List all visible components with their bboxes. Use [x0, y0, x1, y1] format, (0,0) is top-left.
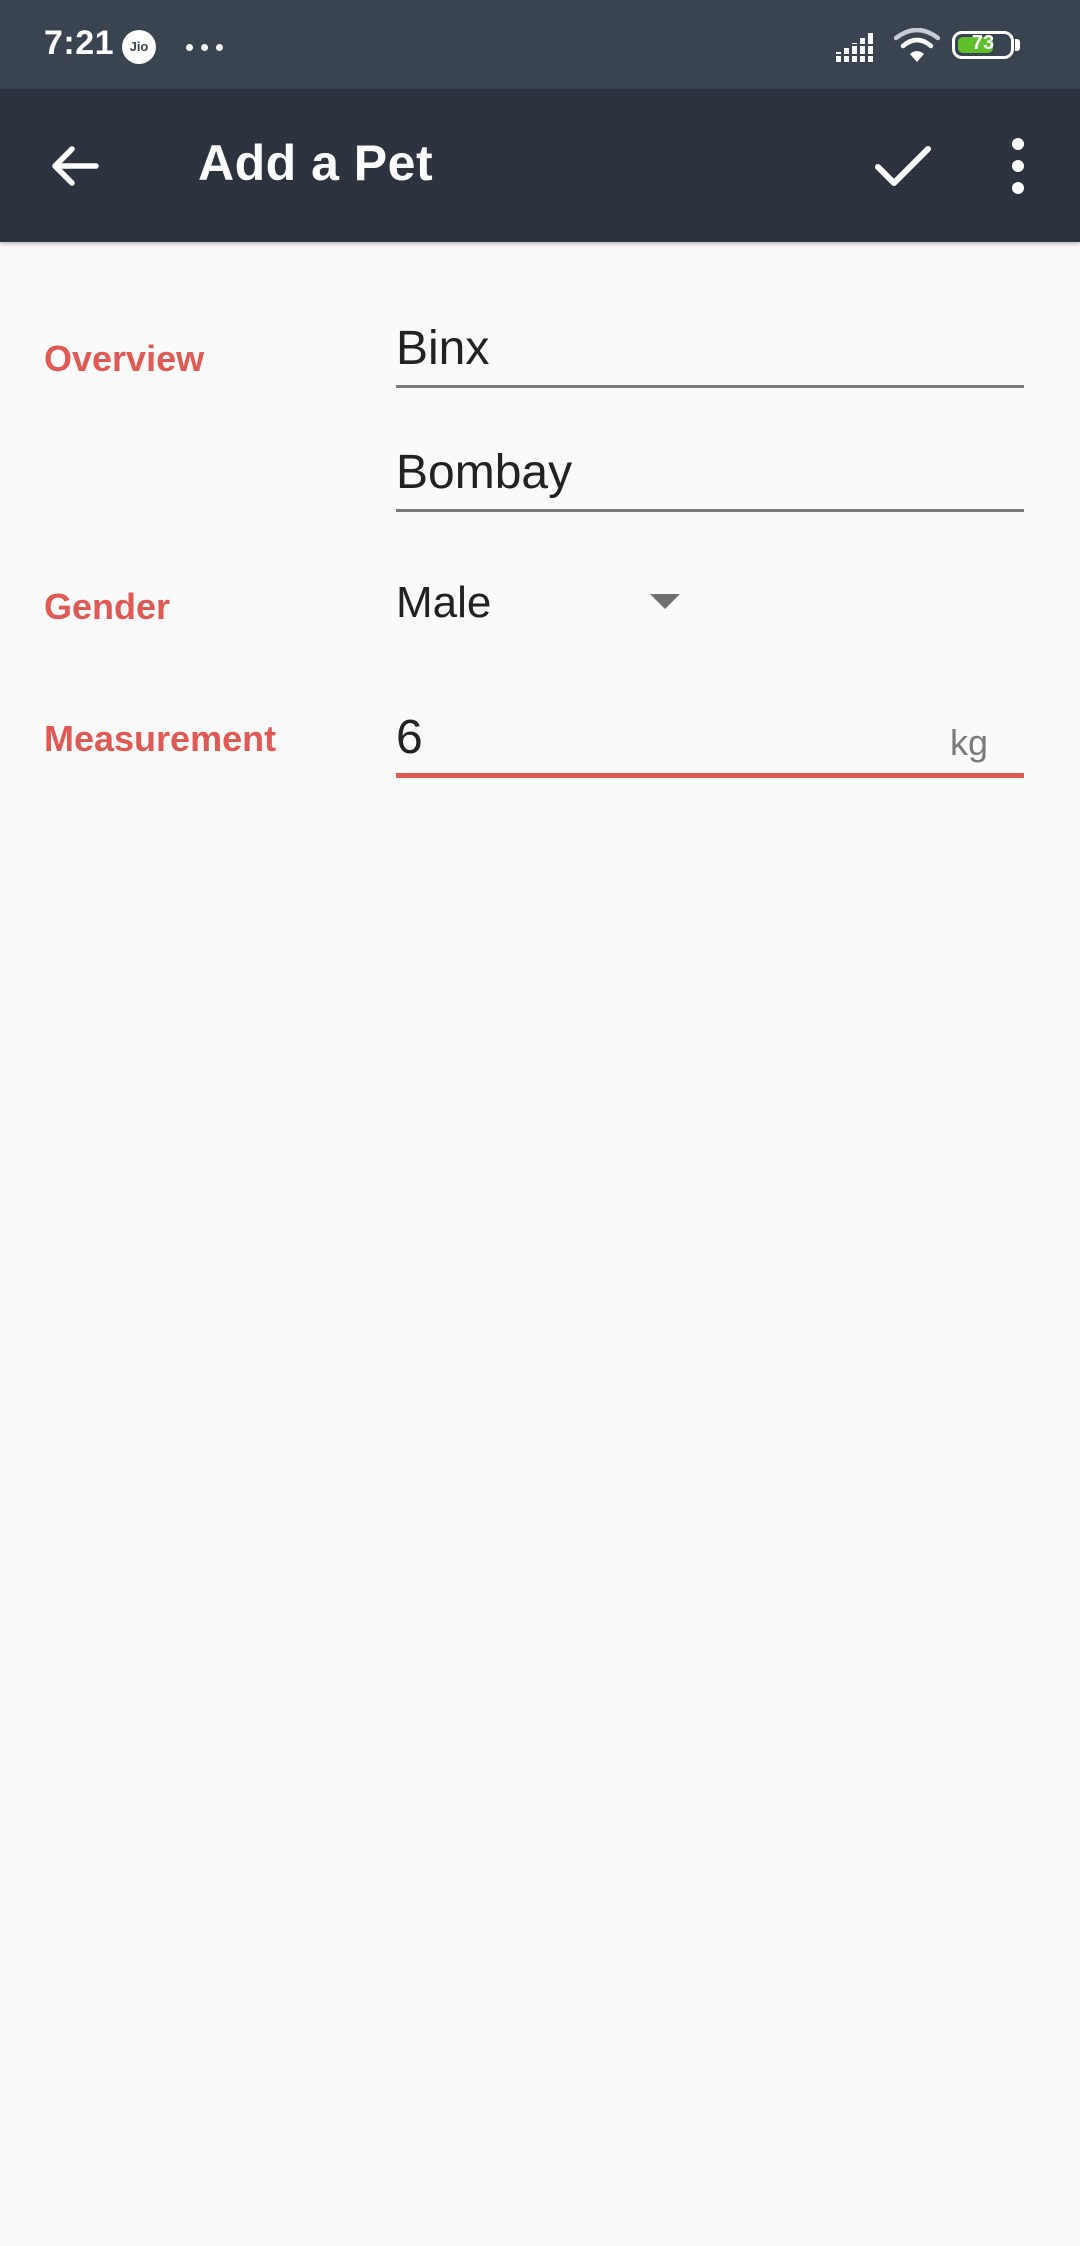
battery-icon: 73	[952, 31, 1014, 59]
more-vert-icon	[1012, 138, 1024, 194]
check-icon	[875, 146, 931, 186]
measurement-label: Measurement	[44, 718, 277, 759]
battery-level: 73	[971, 32, 995, 54]
arrow-back-icon	[52, 146, 99, 186]
more-notifications-icon	[186, 44, 223, 51]
gender-value: Male	[396, 578, 492, 627]
pet-name-input[interactable]	[396, 318, 1024, 388]
weight-input[interactable]	[396, 708, 1024, 778]
gender-label: Gender	[44, 586, 171, 627]
page-title: Add a Pet	[198, 135, 434, 191]
weight-unit-label: kg	[950, 722, 989, 763]
status-bar: 7:21 Jio 73	[0, 0, 1080, 89]
app-bar: Add a Pet	[0, 89, 1080, 242]
pet-breed-input[interactable]	[396, 442, 1024, 512]
battery-tip	[1015, 39, 1020, 51]
wifi-icon	[894, 28, 940, 62]
status-time: 7:21	[44, 24, 115, 62]
carrier-badge: Jio	[122, 30, 156, 64]
overview-label: Overview	[44, 338, 205, 379]
gender-select[interactable]: Male	[396, 570, 696, 640]
back-button[interactable]	[40, 131, 110, 201]
more-options-button[interactable]	[998, 129, 1038, 203]
dropdown-arrow-icon	[650, 594, 680, 609]
signal-icon	[836, 33, 873, 62]
save-button[interactable]	[866, 129, 940, 203]
